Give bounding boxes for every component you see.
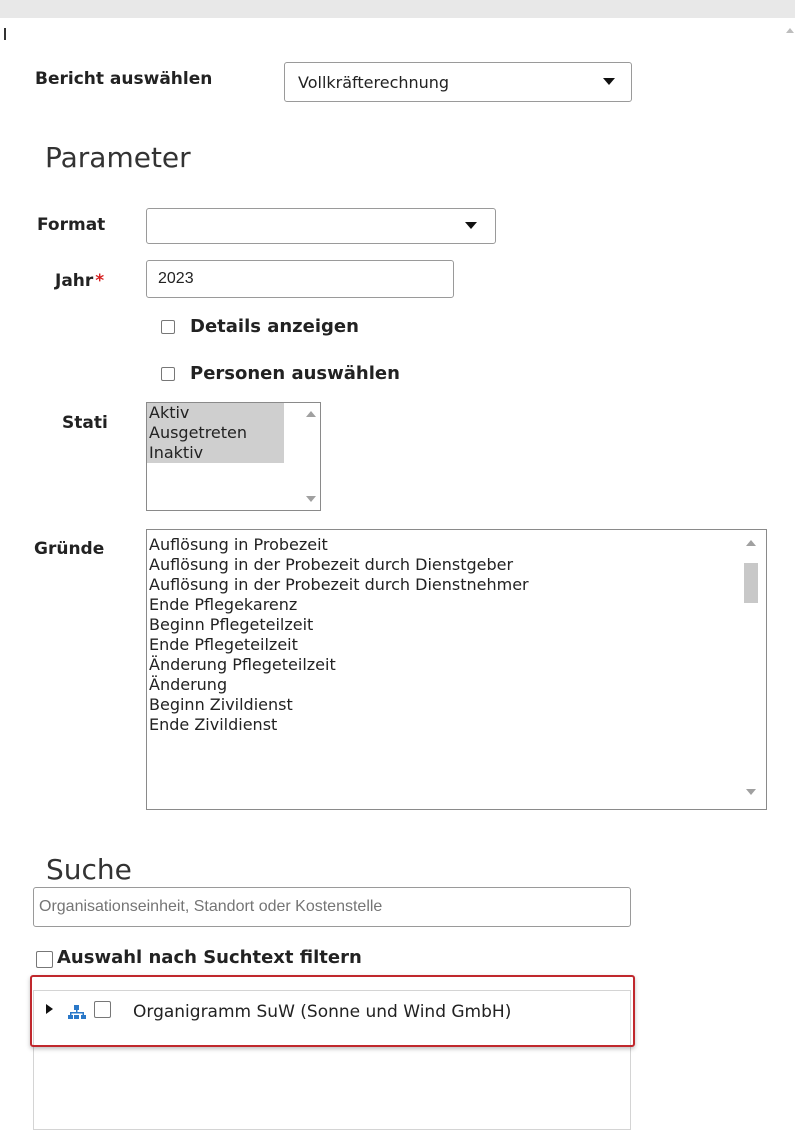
reasons-label: Gründe: [34, 539, 105, 559]
tree-node-checkbox[interactable]: [94, 1001, 111, 1018]
window-top-bar: [0, 0, 795, 18]
reason-option[interactable]: Ende Pflegekarenz: [147, 595, 766, 615]
scroll-down-icon[interactable]: [746, 789, 756, 795]
persons-checkbox[interactable]: [161, 367, 175, 381]
scroll-down-icon[interactable]: [306, 496, 316, 502]
year-label: Jahr *: [55, 271, 104, 291]
reason-option[interactable]: Auflösung in der Probezeit durch Dienstg…: [147, 555, 766, 575]
caret-down-icon: [465, 222, 477, 229]
org-chart-icon: [68, 1005, 86, 1019]
status-scrollbar[interactable]: [302, 403, 320, 510]
format-select[interactable]: [146, 208, 496, 244]
reason-option[interactable]: Beginn Pflegeteilzeit: [147, 615, 766, 635]
report-label: Bericht auswählen: [35, 69, 213, 89]
required-marker: *: [95, 271, 105, 291]
reason-option[interactable]: Änderung: [147, 675, 766, 695]
search-input[interactable]: [33, 887, 631, 927]
report-select-value: Vollkräfterechnung: [298, 73, 450, 92]
parameter-heading: Parameter: [45, 141, 191, 174]
expand-triangle-icon[interactable]: [46, 1004, 53, 1014]
reason-option[interactable]: Beginn Zivildienst: [147, 695, 766, 715]
reasons-scrollbar[interactable]: [736, 530, 766, 809]
details-checkbox-label: Details anzeigen: [190, 316, 359, 337]
persons-checkbox-label: Personen auswählen: [190, 363, 400, 384]
details-checkbox[interactable]: [161, 320, 175, 334]
year-label-text: Jahr: [55, 271, 94, 291]
filter-checkbox-label: Auswahl nach Suchtext filtern: [57, 947, 362, 968]
search-heading: Suche: [46, 853, 132, 886]
status-option[interactable]: Inaktiv: [147, 443, 284, 463]
reason-option[interactable]: Änderung Pflegeteilzeit: [147, 655, 766, 675]
reason-option[interactable]: Ende Pflegeteilzeit: [147, 635, 766, 655]
scroll-up-icon[interactable]: [306, 411, 316, 417]
status-listbox[interactable]: Aktiv Ausgetreten Inaktiv: [146, 402, 321, 511]
reasons-listbox[interactable]: Auflösung in Probezeit Auflösung in der …: [146, 529, 767, 810]
filter-checkbox[interactable]: [36, 951, 53, 968]
reason-option[interactable]: Ende Zivildienst: [147, 715, 766, 735]
status-option[interactable]: Ausgetreten: [147, 423, 284, 443]
tree-root-label[interactable]: Organigramm SuW (Sonne und Wind GmbH): [133, 1002, 511, 1022]
status-label: Stati: [62, 413, 108, 433]
caret-down-icon: [603, 78, 615, 85]
scroll-up-icon[interactable]: [786, 28, 794, 33]
reason-option[interactable]: Auflösung in der Probezeit durch Dienstn…: [147, 575, 766, 595]
status-option[interactable]: Aktiv: [147, 403, 284, 423]
format-label: Format: [37, 215, 106, 235]
reason-option[interactable]: Auflösung in Probezeit: [147, 535, 766, 555]
window-edge-marker: [4, 28, 6, 40]
year-input[interactable]: [146, 260, 454, 298]
report-select[interactable]: Vollkräfterechnung: [284, 62, 632, 102]
scrollbar-thumb[interactable]: [744, 563, 758, 603]
scroll-up-icon[interactable]: [746, 540, 756, 546]
